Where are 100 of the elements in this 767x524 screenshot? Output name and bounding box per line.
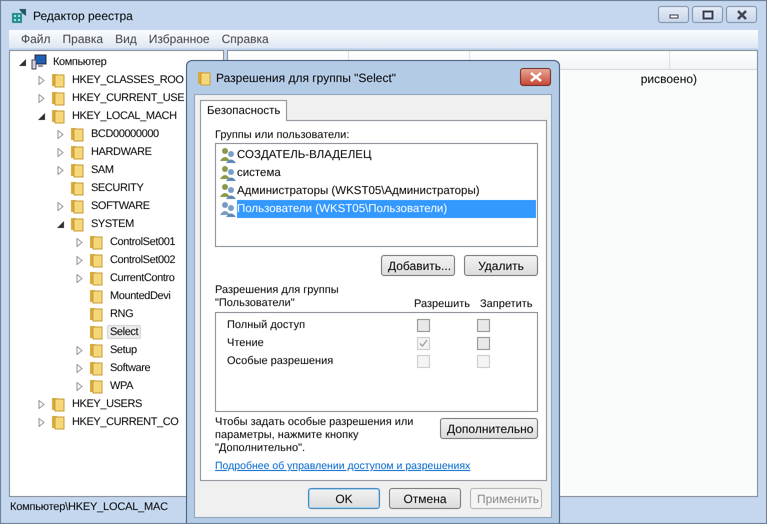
collapsed-arrow-icon[interactable]	[56, 202, 65, 210]
close-button[interactable]	[520, 68, 551, 86]
permission-name: Чтение	[227, 337, 265, 349]
menu-item[interactable]: Избранное	[142, 32, 216, 46]
user-item[interactable]: система	[237, 164, 536, 182]
collapsed-arrow-icon[interactable]	[37, 94, 46, 102]
folder-icon	[50, 396, 66, 412]
folder-icon	[88, 360, 104, 376]
tree-item[interactable]: HARDWARE	[88, 145, 155, 159]
folder-icon	[88, 252, 104, 268]
computer-icon	[31, 54, 47, 70]
tree-item[interactable]: HKEY_CLASSES_ROO	[69, 73, 187, 87]
folder-icon	[88, 306, 104, 322]
tree-item[interactable]: ControlSet002	[107, 253, 178, 267]
folder-icon	[50, 414, 66, 430]
tree-item[interactable]: WPA	[107, 379, 136, 393]
collapsed-arrow-icon[interactable]	[75, 346, 84, 354]
expanded-arrow-icon[interactable]	[18, 58, 27, 66]
folder-icon	[50, 72, 66, 88]
folder-icon	[50, 90, 66, 106]
registry-icon	[11, 8, 27, 24]
folder-icon	[69, 144, 85, 160]
users-icon	[220, 201, 236, 217]
status-text: Компьютер\HKEY_LOCAL_MAC	[10, 501, 168, 513]
tree-item[interactable]: BCD00000000	[88, 127, 162, 141]
checkbox[interactable]	[477, 318, 490, 332]
folder-icon	[69, 198, 85, 214]
collapsed-arrow-icon[interactable]	[75, 238, 84, 246]
tree-item[interactable]: HKEY_LOCAL_MACH	[69, 109, 180, 123]
folder-icon	[50, 108, 66, 124]
collapsed-arrow-icon[interactable]	[56, 166, 65, 174]
table-cell-text: рисвоено)	[640, 71, 697, 88]
folder-icon	[88, 378, 104, 394]
permission-name: Полный доступ	[227, 319, 306, 331]
folder-icon	[88, 270, 104, 286]
tree-item[interactable]: SAM	[88, 163, 117, 177]
dialog-button[interactable]: Добавить...	[381, 255, 455, 276]
maximize-icon	[702, 10, 714, 20]
tree-item[interactable]: Software	[107, 361, 154, 375]
folder-icon	[69, 126, 85, 142]
advanced-hint: Чтобы задать особые разрешения или параметры, нажмите кнопку "Дополнительно".	[215, 416, 414, 455]
permissions-label: Разрешения для группы "Пользователи"	[215, 284, 340, 310]
tree-item[interactable]: HKEY_CURRENT_CO	[69, 415, 182, 429]
user-item[interactable]: СОЗДАТЕЛЬ-ВЛАДЕЛЕЦ	[237, 146, 536, 164]
menu-item[interactable]: Правка	[56, 32, 110, 46]
tree-item[interactable]: SECURITY	[88, 181, 146, 195]
maximize-button[interactable]	[692, 6, 723, 23]
users-icon	[220, 147, 236, 163]
groups-label: Группы или пользователи:	[215, 129, 350, 141]
folder-icon	[196, 70, 212, 86]
collapsed-arrow-icon[interactable]	[75, 382, 84, 390]
tree-item[interactable]: Компьютер	[50, 55, 110, 69]
help-link[interactable]: Подробнее об управлении доступом и разрешениях	[215, 460, 538, 472]
deny-header: Запретить	[480, 298, 534, 310]
tree-item[interactable]: SYSTEM	[88, 217, 137, 231]
checkbox[interactable]	[417, 318, 430, 332]
window-title: Редактор реестра	[33, 8, 133, 22]
folder-icon	[88, 234, 104, 250]
tree-item[interactable]: ControlSet001	[107, 235, 178, 249]
tree-item[interactable]: HKEY_USERS	[69, 397, 145, 411]
minimize-button[interactable]	[658, 6, 689, 23]
close-button[interactable]	[726, 6, 757, 23]
folder-icon	[88, 288, 104, 304]
permission-name: Особые разрешения	[227, 355, 334, 367]
folder-icon	[88, 342, 104, 358]
folder-icon	[69, 180, 85, 196]
collapsed-arrow-icon[interactable]	[56, 148, 65, 156]
collapsed-arrow-icon[interactable]	[75, 274, 84, 282]
collapsed-arrow-icon[interactable]	[37, 418, 46, 426]
collapsed-arrow-icon[interactable]	[75, 364, 84, 372]
tree-item[interactable]: Setup	[107, 343, 140, 357]
user-item[interactable]: Администраторы (WKST05\Администраторы)	[237, 182, 536, 200]
tree-item[interactable]: Select	[107, 325, 142, 339]
collapsed-arrow-icon[interactable]	[37, 76, 46, 84]
tree-item[interactable]: SOFTWARE	[88, 199, 153, 213]
dialog-button[interactable]: Отмена	[389, 488, 461, 509]
folder-icon	[69, 216, 85, 232]
folder-icon	[69, 162, 85, 178]
dialog-button[interactable]: OK	[308, 488, 380, 509]
menu-item[interactable]: Справка	[216, 32, 275, 46]
menu-item[interactable]: Файл	[15, 32, 57, 46]
tree-item[interactable]: MountedDevi	[107, 289, 174, 303]
users-icon	[220, 165, 236, 181]
tree-item[interactable]: CurrentContro	[107, 271, 178, 285]
dialog-button[interactable]: Удалить	[464, 255, 538, 276]
expanded-arrow-icon[interactable]	[56, 220, 65, 228]
tree-item[interactable]: RNG	[107, 307, 136, 321]
collapsed-arrow-icon[interactable]	[56, 130, 65, 138]
menu-item[interactable]: Вид	[109, 32, 143, 46]
allow-header: Разрешить	[414, 298, 471, 310]
dialog-title: Разрешения для группы "Select"	[216, 70, 396, 84]
advanced-button[interactable]: Дополнительно	[440, 418, 538, 439]
tab[interactable]: Безопасность	[200, 100, 288, 121]
close-icon	[736, 10, 748, 20]
checkbox[interactable]	[477, 336, 490, 350]
tree-item[interactable]: HKEY_CURRENT_USE	[69, 91, 188, 105]
collapsed-arrow-icon[interactable]	[37, 400, 46, 408]
expanded-arrow-icon[interactable]	[37, 112, 46, 120]
folder-icon	[88, 324, 104, 340]
collapsed-arrow-icon[interactable]	[75, 256, 84, 264]
